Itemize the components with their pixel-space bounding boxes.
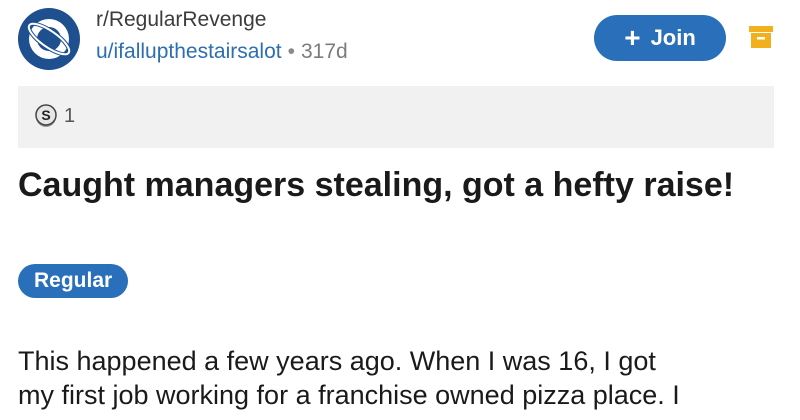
post-flair[interactable]: Regular — [18, 264, 129, 298]
author-link[interactable]: u/ifallupthestairsalot — [96, 40, 282, 63]
post-title[interactable]: Caught managers stealing, got a hefty ra… — [18, 164, 778, 206]
awards-bar[interactable]: S 1 — [18, 86, 774, 148]
body-line: my first job working for a franchise own… — [18, 380, 680, 410]
svg-text:S: S — [41, 107, 50, 123]
post-body: This happened a few years ago. When I wa… — [18, 344, 788, 412]
post-age: 317d — [300, 40, 348, 63]
post-header: r/RegularRevenge u/ifallupthestairsalot •… — [0, 0, 800, 80]
planet-icon — [26, 19, 72, 59]
plus-icon: + — [624, 22, 641, 53]
post-meta: u/ifallupthestairsalot • 317d — [96, 40, 348, 64]
meta-separator: • — [287, 40, 295, 63]
subreddit-name[interactable]: r/RegularRevenge — [96, 8, 266, 32]
award-count: 1 — [64, 105, 76, 127]
subreddit-avatar[interactable] — [18, 8, 80, 70]
archive-icon[interactable] — [748, 24, 774, 50]
join-button[interactable]: + Join — [594, 15, 726, 61]
silver-award-icon: S — [35, 104, 57, 127]
join-label: Join — [650, 25, 696, 50]
body-line: This happened a few years ago. When I wa… — [18, 346, 656, 376]
